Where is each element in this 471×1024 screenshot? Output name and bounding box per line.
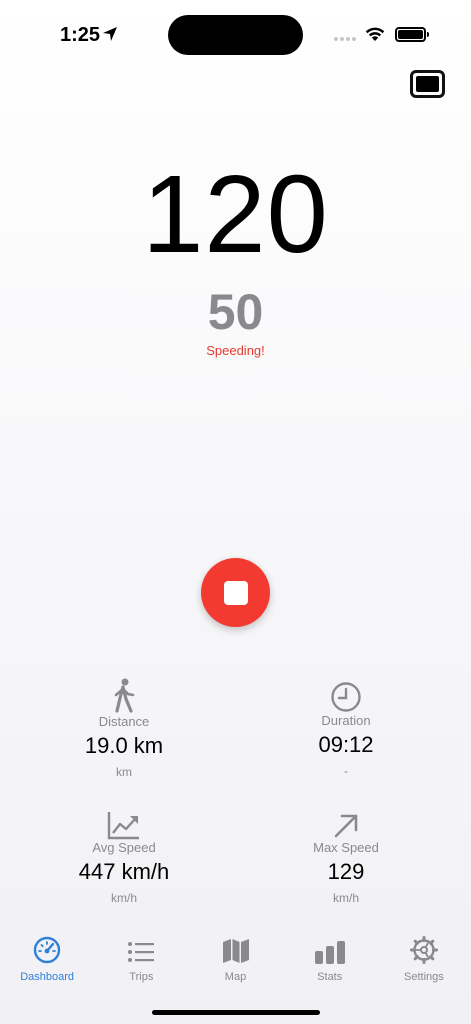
stat-distance: Distance 19.0 km km — [24, 678, 224, 779]
stop-icon — [223, 580, 248, 605]
tab-settings[interactable]: Settings — [377, 934, 471, 994]
battery-icon — [395, 27, 429, 42]
map-icon — [222, 939, 249, 963]
location-arrow-icon — [103, 27, 117, 41]
dynamic-island — [168, 15, 303, 55]
duration-value: 09:12 — [318, 732, 374, 757]
tab-label-settings: Settings — [404, 971, 444, 983]
speedometer-icon — [33, 936, 61, 964]
home-indicator[interactable] — [152, 1010, 320, 1015]
tab-bar: Dashboard Trips Map Stats Settings — [0, 934, 471, 994]
stat-max-speed: Max Speed 129 km/h — [246, 812, 446, 905]
display-mode-button[interactable] — [410, 70, 445, 98]
speed-limit: 50 — [207, 284, 264, 340]
stat-duration: Duration 09:12 - — [246, 681, 446, 778]
tab-dashboard[interactable]: Dashboard — [0, 934, 94, 994]
list-icon — [128, 942, 155, 962]
tab-label-map: Map — [224, 971, 247, 983]
cellular-signal-icon — [334, 37, 356, 41]
arrow-up-right-icon — [334, 814, 358, 838]
distance-value: 19.0 km — [84, 733, 164, 758]
clock-icon — [331, 682, 361, 712]
duration-unit: - — [344, 764, 348, 778]
tab-map[interactable]: Map — [188, 934, 282, 994]
avg-speed-unit: km/h — [110, 891, 137, 905]
tab-trips[interactable]: Trips — [94, 934, 188, 994]
avg-speed-value: 447 km/h — [78, 859, 170, 884]
gear-icon — [409, 936, 438, 964]
tab-label-stats: Stats — [317, 971, 343, 983]
stat-avg-speed: Avg Speed 447 km/h km/h — [24, 810, 224, 905]
speeding-warning: Speeding! — [206, 343, 265, 358]
tab-label-trips: Trips — [129, 971, 154, 983]
walking-figure-icon — [114, 678, 135, 713]
distance-unit: km — [116, 765, 132, 779]
max-speed-value: 129 — [327, 859, 365, 884]
duration-label: Duration — [321, 713, 371, 728]
max-speed-label: Max Speed — [313, 840, 379, 855]
distance-label: Distance — [98, 714, 150, 729]
status-time: 1:25 — [60, 24, 101, 46]
bar-chart-icon — [314, 941, 345, 964]
tab-label-dashboard: Dashboard — [20, 971, 75, 983]
avg-speed-label: Avg Speed — [92, 840, 156, 855]
status-bar: 1:25 — [0, 0, 471, 64]
tab-stats[interactable]: Stats — [283, 934, 377, 994]
wifi-icon — [365, 27, 385, 41]
stop-trip-button[interactable] — [201, 558, 270, 627]
current-speed: 120 — [142, 153, 329, 276]
line-chart-icon — [107, 812, 139, 840]
max-speed-unit: km/h — [332, 891, 359, 905]
